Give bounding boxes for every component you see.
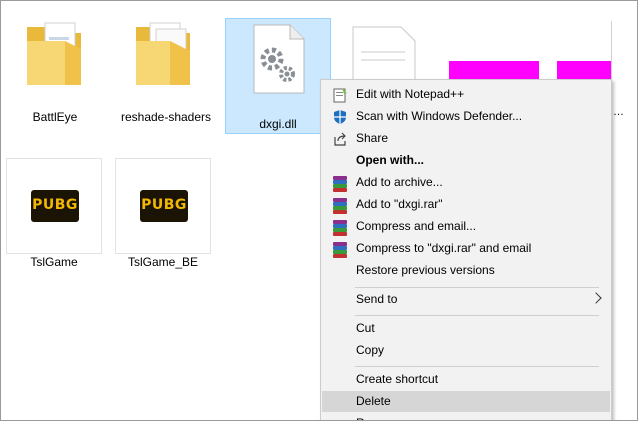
menu-item-cut[interactable]: Cut [322,318,610,339]
folder-reshade-shaders[interactable]: reshade-shaders [116,15,216,125]
document-file[interactable] [349,25,419,81]
folder-battleye[interactable]: BattlEye [13,15,97,125]
menu-item-open-with[interactable]: Open with... [322,150,610,171]
menu-item-label: Restore previous versions [356,263,495,277]
explorer-window: BattlEye reshade-shaders dxgi.dll … PUBG… [0,0,638,421]
menu-item-label: Create shortcut [356,372,439,386]
winrar-icon [332,197,348,214]
menu-item-label: Copy [356,343,385,357]
file-tslgame-be[interactable]: PUBG TslGame_BE [115,158,211,270]
menu-item-copy[interactable]: Copy [322,340,610,361]
partial-label: … [613,106,624,118]
file-name: TslGame [30,255,78,269]
winrar-icon [332,241,348,258]
menu-item-add-archive[interactable]: Add to archive... [322,172,610,193]
menu-item-label: Open with... [356,153,424,167]
file-name: BattlEye [32,110,78,124]
pubg-logo-icon: PUBG [31,190,79,222]
menu-item-share[interactable]: Share [322,128,610,149]
menu-item-scan-defender[interactable]: Scan with Windows Defender... [322,106,610,127]
menu-item-add-rar[interactable]: Add to "dxgi.rar" [322,194,610,215]
menu-item-label: Add to archive... [356,175,443,189]
menu-item-label: Edit with Notepad++ [356,87,465,101]
file-name: TslGame_BE [127,255,199,269]
windows-defender-icon [334,110,346,124]
menu-item-rename[interactable]: Re... [322,413,610,420]
menu-item-delete[interactable]: Delete [322,391,610,412]
document-file[interactable] [611,21,630,81]
menu-item-compress-rar-email[interactable]: Compress to "dxgi.rar" and email [322,238,610,259]
pubg-logo-text: PUBG [141,197,187,213]
menu-item-label: Send to [356,292,398,306]
notepad-plus-icon [333,88,347,103]
pubg-logo-text: PUBG [32,197,78,213]
share-icon [334,132,346,146]
menu-item-label: Scan with Windows Defender... [356,109,523,123]
menu-item-label: Cut [356,321,375,335]
menu-item-label: Share [356,131,389,145]
menu-separator [355,315,599,316]
chevron-right-icon [590,292,602,304]
folder-icon [27,22,81,85]
magenta-image-thumbnail[interactable] [449,61,539,81]
menu-item-label: Compress and email... [356,219,477,233]
file-tslgame[interactable]: PUBG TslGame [6,158,102,270]
document-icon [352,26,416,81]
menu-item-edit-notepad[interactable]: Edit with Notepad++ [322,84,610,105]
menu-item-compress-email[interactable]: Compress and email... [322,216,610,237]
thumbnail: PUBG [115,158,211,254]
menu-item-label: Compress to "dxgi.rar" and email [356,241,532,255]
folder-icon [136,22,190,85]
menu-item-label: Delete [356,394,391,408]
pubg-logo-icon: PUBG [140,190,188,222]
menu-separator [355,366,599,367]
menu-item-label: Re... [356,413,381,420]
winrar-icon [332,219,348,236]
file-name: reshade-shaders [120,110,212,124]
menu-separator [355,287,599,288]
magenta-image-thumbnail[interactable] [557,61,611,81]
context-menu: Edit with Notepad++ Scan with Windows De… [320,79,612,420]
file-name: dxgi.dll [259,117,297,131]
menu-item-create-shortcut[interactable]: Create shortcut [322,369,610,390]
settings-file-icon [253,24,305,94]
menu-item-label: Add to "dxgi.rar" [356,197,443,211]
thumbnail: PUBG [6,158,102,254]
winrar-icon [332,175,348,192]
file-dxgi-dll[interactable]: dxgi.dll [225,18,331,134]
menu-item-restore-versions[interactable]: Restore previous versions [322,260,610,281]
menu-item-send-to[interactable]: Send to [322,289,610,310]
